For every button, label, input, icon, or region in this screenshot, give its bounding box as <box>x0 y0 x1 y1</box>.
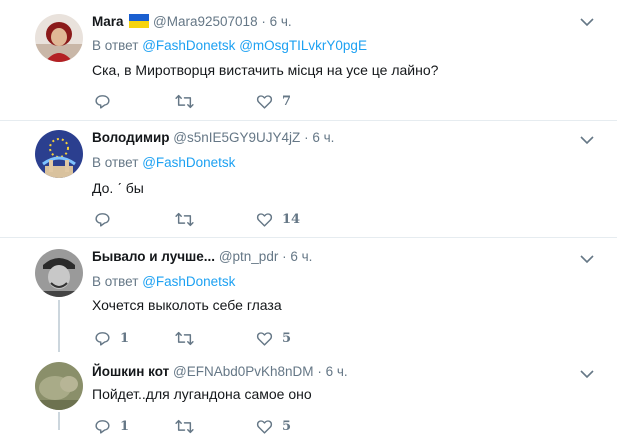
timestamp[interactable]: 6 ч. <box>290 249 312 264</box>
tweet-text: Ска, в Миротворця вистачить місця на усе… <box>92 62 439 78</box>
timestamp[interactable]: 6 ч. <box>270 14 292 29</box>
heart-icon <box>256 331 273 346</box>
tweet[interactable]: Володимир @s5nIE5GY9UJY4jZ · 6 ч. В отве… <box>0 121 617 238</box>
avatar[interactable] <box>35 130 83 178</box>
reply-count: 1 <box>120 330 130 346</box>
mention-link[interactable]: @FashDonetsk <box>142 155 235 170</box>
reply-icon <box>95 419 110 434</box>
retweet-button[interactable] <box>175 209 203 229</box>
tweet-header: Бывало и лучше... @ptn_pdr · 6 ч. <box>92 249 312 264</box>
retweet-icon <box>175 331 194 345</box>
reply-icon <box>95 212 110 227</box>
display-name[interactable]: Володимир <box>92 130 170 145</box>
avatar[interactable] <box>35 14 83 62</box>
like-button[interactable]: 5 <box>256 328 291 348</box>
tweet-header: Володимир @s5nIE5GY9UJY4jZ · 6 ч. <box>92 130 334 145</box>
retweet-icon <box>175 419 194 433</box>
mention-link[interactable]: @mOsgTILvkrY0pgE <box>239 38 367 53</box>
like-count: 5 <box>282 330 292 346</box>
tweet-header: Йошкин кот @EFNAbd0PvKh8nDM · 6 ч. <box>92 364 348 379</box>
display-name[interactable]: Йошкин кот <box>92 364 169 379</box>
user-handle[interactable]: @EFNAbd0PvKh8nDM <box>173 364 314 379</box>
chevron-down-icon[interactable] <box>580 254 594 264</box>
user-handle[interactable]: @s5nIE5GY9UJY4jZ <box>173 130 300 145</box>
reply-button[interactable]: 1 <box>94 416 129 436</box>
reply-prefix: В ответ <box>92 155 139 170</box>
tweet-header: Mara @Mara92507018 · 6 ч. <box>92 14 292 31</box>
retweet-button[interactable] <box>175 328 203 348</box>
mention-link[interactable]: @FashDonetsk <box>142 38 235 53</box>
like-count: 14 <box>282 211 301 227</box>
separator-dot: · <box>317 364 322 379</box>
heart-icon <box>256 212 273 227</box>
tweet[interactable]: Йошкин кот @EFNAbd0PvKh8nDM · 6 ч. Пойде… <box>0 352 617 434</box>
reply-count: 1 <box>120 418 130 434</box>
reply-button[interactable]: 1 <box>94 328 129 348</box>
avatar[interactable] <box>35 362 83 410</box>
ukraine-flag-icon <box>129 14 150 31</box>
mention-link[interactable]: @FashDonetsk <box>142 274 235 289</box>
chevron-down-icon[interactable] <box>580 17 594 27</box>
retweet-button[interactable] <box>175 91 203 111</box>
chevron-down-icon[interactable] <box>580 369 594 379</box>
reply-prefix: В ответ <box>92 274 139 289</box>
display-name[interactable]: Бывало и лучше... <box>92 249 215 264</box>
tweet-text: Пойдет..для лугандона самое оно <box>92 386 312 402</box>
like-button[interactable]: 14 <box>256 209 300 229</box>
reply-icon <box>95 331 110 346</box>
separator-dot: · <box>304 130 309 145</box>
retweet-button[interactable] <box>175 416 203 436</box>
retweet-icon <box>175 94 194 108</box>
separator-dot: · <box>282 249 287 264</box>
display-name[interactable]: Mara <box>92 14 124 29</box>
timestamp[interactable]: 6 ч. <box>312 130 334 145</box>
reply-button[interactable] <box>94 91 120 111</box>
heart-icon <box>256 419 273 434</box>
chevron-down-icon[interactable] <box>580 135 594 145</box>
tweet-text: До. ˊ бы <box>92 180 144 196</box>
reply-context: В ответ @FashDonetsk <box>92 155 235 170</box>
like-button[interactable]: 5 <box>256 416 291 436</box>
reply-icon <box>95 94 110 109</box>
retweet-icon <box>175 212 194 226</box>
tweet[interactable]: Бывало и лучше... @ptn_pdr · 6 ч. В отве… <box>0 238 617 350</box>
user-handle[interactable]: @ptn_pdr <box>219 249 279 264</box>
reply-context: В ответ @FashDonetsk <box>92 274 235 289</box>
heart-icon <box>256 94 273 109</box>
tweet[interactable]: Mara @Mara92507018 · 6 ч. В ответ @FashD… <box>0 0 617 120</box>
reply-prefix: В ответ <box>92 38 139 53</box>
reply-context: В ответ @FashDonetsk @mOsgTILvkrY0pgE <box>92 38 367 53</box>
like-count: 5 <box>282 418 292 434</box>
tweet-text: Хочется выколоть себе глаза <box>92 297 282 313</box>
like-button[interactable]: 7 <box>256 91 291 111</box>
reply-button[interactable] <box>94 209 120 229</box>
like-count: 7 <box>282 93 292 109</box>
avatar[interactable] <box>35 249 83 297</box>
timestamp[interactable]: 6 ч. <box>326 364 348 379</box>
user-handle[interactable]: @Mara92507018 <box>153 14 258 29</box>
separator-dot: · <box>261 14 266 29</box>
